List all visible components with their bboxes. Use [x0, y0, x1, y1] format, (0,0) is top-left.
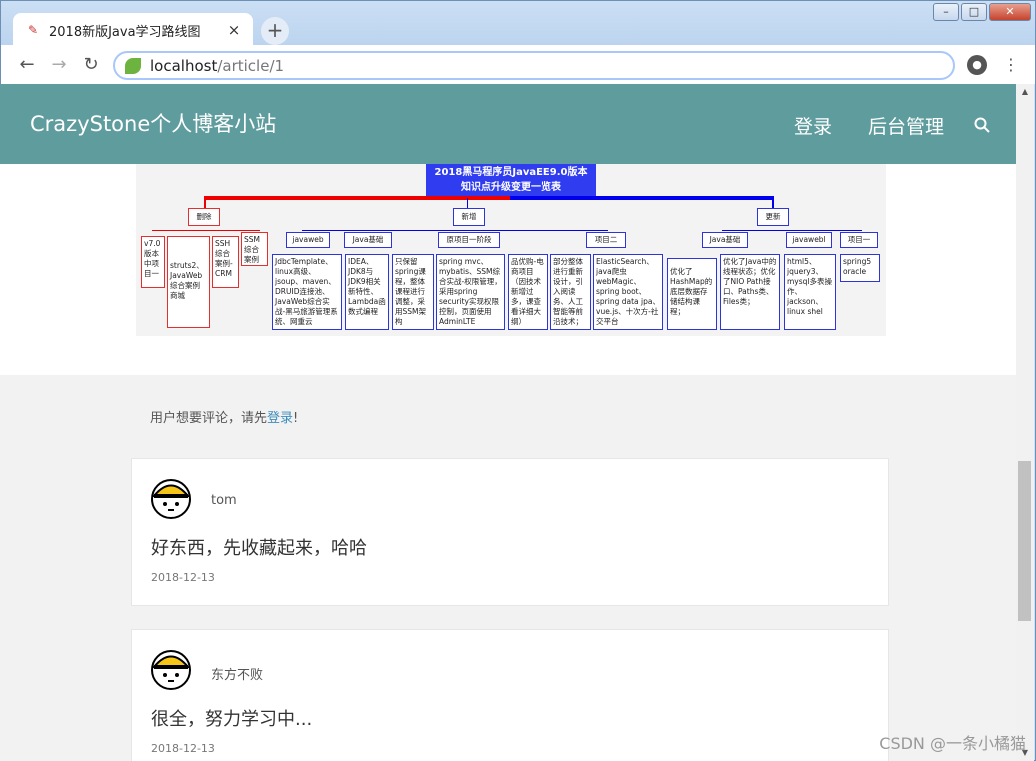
- update-connector: [510, 196, 774, 200]
- tab-close-icon[interactable]: ×: [225, 21, 243, 39]
- back-arrow-icon[interactable]: ←: [15, 53, 39, 77]
- comment-date: 2018-12-13: [151, 742, 215, 755]
- mindmap-delete-item: v7.0版本中项目一: [141, 236, 165, 288]
- csdn-watermark: CSDN @一条小橘猫: [879, 734, 1026, 753]
- update-drop: [772, 196, 774, 208]
- site-navbar: CrazyStone个人博客小站 登录 后台管理: [0, 84, 1016, 164]
- new-tab-button[interactable]: +: [261, 17, 289, 45]
- mindmap-add-item: IDEA、JDK8与JDK9相关新特性、Lambda函数式编程: [345, 254, 389, 330]
- url-path: /article/1: [217, 56, 285, 75]
- browser-toolbar: ← → ↻ localhost /article/1 ● ⋮: [1, 45, 1035, 85]
- browser-tab[interactable]: ✎ 2018新版Java学习路线图 ×: [13, 13, 253, 47]
- mindmap-add-item: JdbcTemplate、linux高级、jsoup、maven、DRUID连接…: [272, 254, 342, 330]
- page-scrollbar[interactable]: ▲ ▼: [1016, 84, 1034, 761]
- mindmap-update-item: spring5 oracle: [840, 254, 880, 282]
- mindmap-update-category: javawebl: [786, 232, 832, 248]
- mindmap-update-item: 优化了Java中的线程状态；优化了NIO Path接口、Paths类、Files…: [720, 254, 780, 330]
- window-controls: – □ ✕: [931, 3, 1031, 21]
- login-hint-suffix: !: [293, 411, 299, 426]
- url-host: localhost: [150, 56, 218, 75]
- mindmap-add-item: 品优购-电商项目（因技术新增过多，课查看详细大纲）: [508, 254, 548, 330]
- nav-admin-link[interactable]: 后台管理: [868, 112, 944, 139]
- mindmap-update-branch: 更新: [757, 208, 789, 226]
- mindmap-add-item: 部分整体进行重新设计，引入阅读务、人工智能等前沿技术；: [550, 254, 591, 330]
- comment-login-link[interactable]: 登录: [267, 411, 293, 426]
- nav-login-link[interactable]: 登录: [794, 112, 832, 139]
- browser-menu-icon[interactable]: ⋮: [1001, 53, 1021, 77]
- mindmap-delete-item: SSH综合案例-CRM: [212, 236, 239, 288]
- minimize-button[interactable]: –: [933, 3, 959, 21]
- mindmap-delete-item: SSM综合案例: [241, 232, 268, 266]
- mindmap-update-category: Java基础: [702, 232, 748, 248]
- reload-icon[interactable]: ↻: [79, 53, 103, 77]
- add-drop: [467, 198, 468, 208]
- user-avatar-icon: [151, 479, 191, 519]
- mindmap-update-item: 优化了HashMap的底层数据存储结构课程；: [667, 258, 717, 330]
- comment-card: 东方不败 很全，努力学习中... 2018-12-13: [131, 629, 889, 761]
- mindmap-update-item: html5、jquery3、mysql多表操作、jackson、linux sh…: [784, 254, 836, 330]
- address-bar[interactable]: localhost /article/1: [113, 51, 955, 80]
- favicon-icon: ✎: [27, 23, 39, 37]
- java-roadmap-image: 2018黑马程序员JavaEE9.0版本 知识点升级变更一览表 删除 新增 更新…: [136, 164, 886, 336]
- mindmap-delete-item: struts2、JavaWeb综合案例商城: [167, 236, 210, 328]
- mindmap-title-line2: 知识点升级变更一览表: [461, 182, 561, 193]
- page-viewport: CrazyStone个人博客小站 登录 后台管理 2018黑马程序员JavaEE…: [0, 84, 1016, 761]
- comment-card: tom 好东西，先收藏起来，哈哈 2018-12-13: [131, 458, 889, 606]
- login-hint-text: 用户想要评论，请先: [150, 411, 268, 426]
- mindmap-update-category: 项目一: [840, 232, 878, 248]
- mindmap-title-line1: 2018黑马程序员JavaEE9.0版本: [434, 167, 588, 178]
- mindmap-add-item: 只保留spring课程，整体课程进行调整，采用SSM架构: [392, 254, 434, 330]
- comment-author: 东方不败: [211, 668, 264, 683]
- mindmap-add-item: ElasticSearch、java爬虫webMagic、spring boot…: [593, 254, 663, 330]
- login-hint: 用户想要评论，请先登录!: [150, 407, 298, 426]
- user-avatar-icon: [151, 650, 191, 690]
- delete-drop: [204, 196, 206, 208]
- mindmap-title: 2018黑马程序员JavaEE9.0版本 知识点升级变更一览表: [426, 164, 596, 196]
- update-sub-line: [722, 230, 862, 231]
- window-close-button[interactable]: ✕: [989, 3, 1031, 21]
- delete-sub-line: [152, 230, 260, 231]
- comments-section: 用户想要评论，请先登录! tom 好东西，先收藏起来，哈哈 2018-12-13: [0, 375, 1016, 761]
- comment-text: 好东西，先收藏起来，哈哈: [151, 538, 367, 559]
- maximize-button[interactable]: □: [961, 3, 987, 21]
- site-brand[interactable]: CrazyStone个人博客小站: [30, 108, 276, 138]
- comment-date: 2018-12-13: [151, 571, 215, 584]
- mindmap-add-category: 原项目一阶段: [438, 232, 500, 248]
- tab-bar: ✎ 2018新版Java学习路线图 × + – □ ✕: [1, 1, 1035, 47]
- scrollbar-thumb[interactable]: [1018, 461, 1031, 621]
- mindmap-add-item: spring mvc、mybatis、SSM综合实战-权限管理，采用spring…: [436, 254, 505, 330]
- account-icon[interactable]: ●: [967, 55, 987, 75]
- add-sub-line: [302, 230, 608, 231]
- comment-text: 很全，努力学习中...: [151, 709, 313, 730]
- mindmap-add-category: 项目二: [586, 232, 626, 248]
- delete-connector: [204, 196, 510, 200]
- site-favicon-icon: [125, 57, 141, 74]
- mindmap-add-category: Java基础: [344, 232, 392, 248]
- scroll-up-icon[interactable]: ▲: [1016, 84, 1034, 100]
- search-icon[interactable]: [974, 117, 990, 133]
- comment-author: tom: [211, 493, 237, 508]
- mindmap-delete-branch: 删除: [188, 208, 220, 226]
- mindmap-add-category: javaweb: [286, 232, 330, 248]
- mindmap-add-branch: 新增: [453, 208, 485, 226]
- article-body: 2018黑马程序员JavaEE9.0版本 知识点升级变更一览表 删除 新增 更新…: [0, 164, 1016, 375]
- tab-title: 2018新版Java学习路线图: [49, 24, 201, 40]
- forward-arrow-icon[interactable]: →: [47, 53, 71, 77]
